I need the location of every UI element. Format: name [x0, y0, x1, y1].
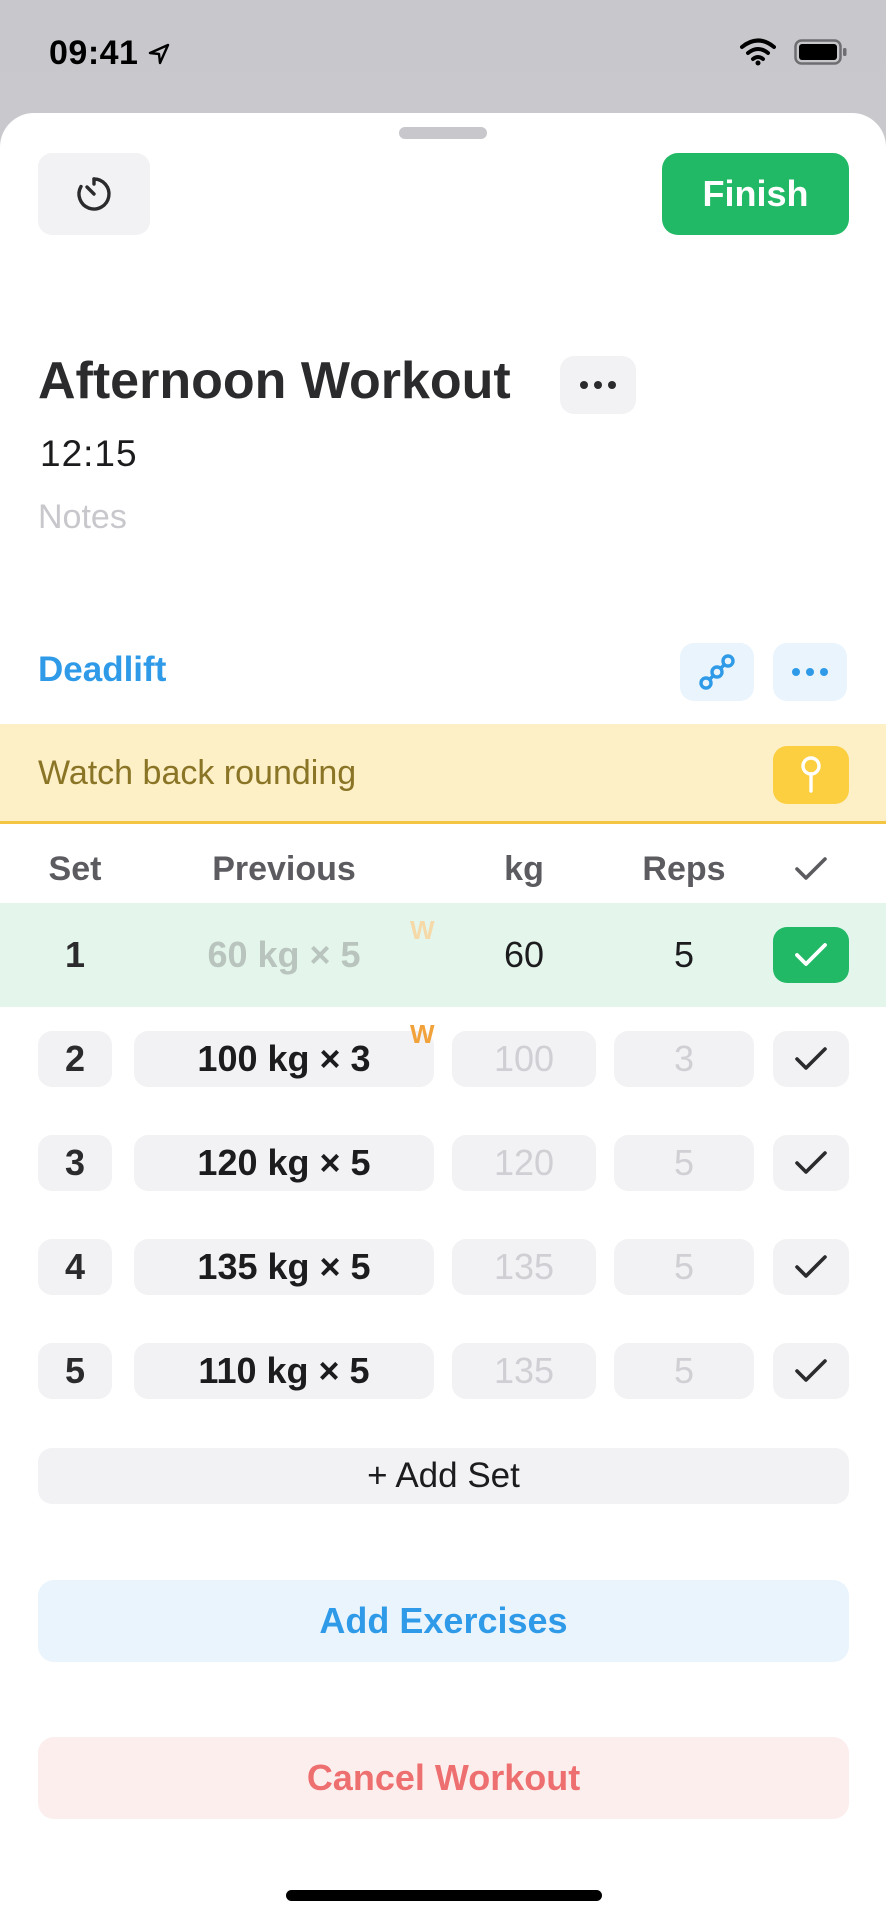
wifi-icon [740, 38, 776, 66]
home-indicator [286, 1890, 602, 1901]
previous-value[interactable]: 135 kg × 5 [134, 1239, 434, 1295]
warmup-badge: W [410, 1019, 435, 1049]
kg-input[interactable]: 100 [452, 1031, 596, 1087]
status-time: 09:41 [49, 34, 170, 73]
previous-value[interactable]: 110 kg × 5 [134, 1343, 434, 1399]
column-kg: kg [504, 849, 544, 888]
screen: 09:41 Finish Afternoon Workout 12:15 Not… [0, 0, 886, 1920]
previous-value[interactable]: 120 kg × 5 [134, 1135, 434, 1191]
cancel-workout-button[interactable]: Cancel Workout [38, 1737, 849, 1819]
status-bar: 09:41 [0, 0, 886, 113]
kg-input[interactable]: 120 [452, 1135, 596, 1191]
checkmark-icon [795, 943, 827, 966]
timer-icon [77, 177, 111, 211]
add-set-button[interactable]: + Add Set [38, 1448, 849, 1504]
kg-input[interactable]: 135 [452, 1239, 596, 1295]
previous-value[interactable]: 100 kg × 3 [134, 1031, 434, 1087]
column-set: Set [48, 849, 102, 888]
set-number[interactable]: 3 [38, 1135, 112, 1191]
pin-icon [801, 756, 821, 793]
complete-set-button[interactable] [773, 1343, 849, 1399]
notes-field[interactable]: Notes [38, 498, 127, 537]
set-row: 5 110 kg × 5 135 5 [0, 1319, 886, 1423]
complete-set-button[interactable] [773, 1239, 849, 1295]
set-number[interactable]: 1 [38, 927, 112, 983]
set-row: 4 135 kg × 5 135 5 [0, 1215, 886, 1319]
exercise-name[interactable]: Deadlift [38, 650, 166, 690]
exercise-more-button[interactable] [773, 643, 847, 701]
reps-input[interactable]: 5 [614, 1343, 754, 1399]
column-previous: Previous [212, 849, 356, 888]
workout-more-button[interactable] [560, 356, 636, 414]
set-number[interactable]: 2 [38, 1031, 112, 1087]
checkmark-icon [795, 1047, 827, 1070]
elapsed-time: 12:15 [40, 433, 138, 474]
reps-input[interactable]: 5 [614, 1239, 754, 1295]
previous-value[interactable]: 60 kg × 5 [134, 927, 434, 983]
checkmark-icon [795, 1151, 827, 1174]
location-arrow-icon [149, 43, 170, 64]
column-reps: Reps [642, 849, 726, 888]
reps-input[interactable]: 5 [614, 1135, 754, 1191]
column-check [773, 827, 849, 911]
kg-input[interactable]: 60 [452, 927, 596, 983]
set-number[interactable]: 5 [38, 1343, 112, 1399]
set-number[interactable]: 4 [38, 1239, 112, 1295]
sets-table-header: Set Previous kg Reps [0, 827, 886, 911]
exercise-note-text: Watch back rounding [38, 754, 357, 792]
sheet-grabber[interactable] [399, 127, 487, 139]
battery-icon [794, 39, 847, 65]
complete-set-button[interactable] [773, 927, 849, 983]
superset-link-button[interactable] [680, 643, 754, 701]
add-exercises-button[interactable]: Add Exercises [38, 1580, 849, 1662]
exercise-note-bar[interactable]: Watch back rounding [0, 724, 886, 824]
status-time-text: 09:41 [49, 34, 139, 72]
reps-input[interactable]: 3 [614, 1031, 754, 1087]
checkmark-icon [795, 857, 827, 880]
status-icons [740, 38, 848, 66]
rest-timer-button[interactable] [38, 153, 150, 235]
checkmark-icon [795, 1255, 827, 1278]
workout-sheet: Finish Afternoon Workout 12:15 Notes Dea… [0, 113, 886, 1920]
kg-input[interactable]: 135 [452, 1343, 596, 1399]
warmup-badge: W [410, 915, 435, 945]
reps-input[interactable]: 5 [614, 927, 754, 983]
complete-set-button[interactable] [773, 1031, 849, 1087]
set-row: 3 120 kg × 5 120 5 [0, 1111, 886, 1215]
checkmark-icon [795, 1359, 827, 1382]
pin-note-button[interactable] [773, 746, 849, 804]
chain-link-icon [699, 654, 735, 690]
workout-title[interactable]: Afternoon Workout [38, 351, 511, 411]
complete-set-button[interactable] [773, 1135, 849, 1191]
set-row: 2 100 kg × 3 W 100 3 [0, 1007, 886, 1111]
finish-button[interactable]: Finish [662, 153, 849, 235]
ellipsis-icon [792, 668, 828, 676]
set-row: 1 60 kg × 5 W 60 5 [0, 903, 886, 1007]
ellipsis-icon [580, 381, 616, 389]
